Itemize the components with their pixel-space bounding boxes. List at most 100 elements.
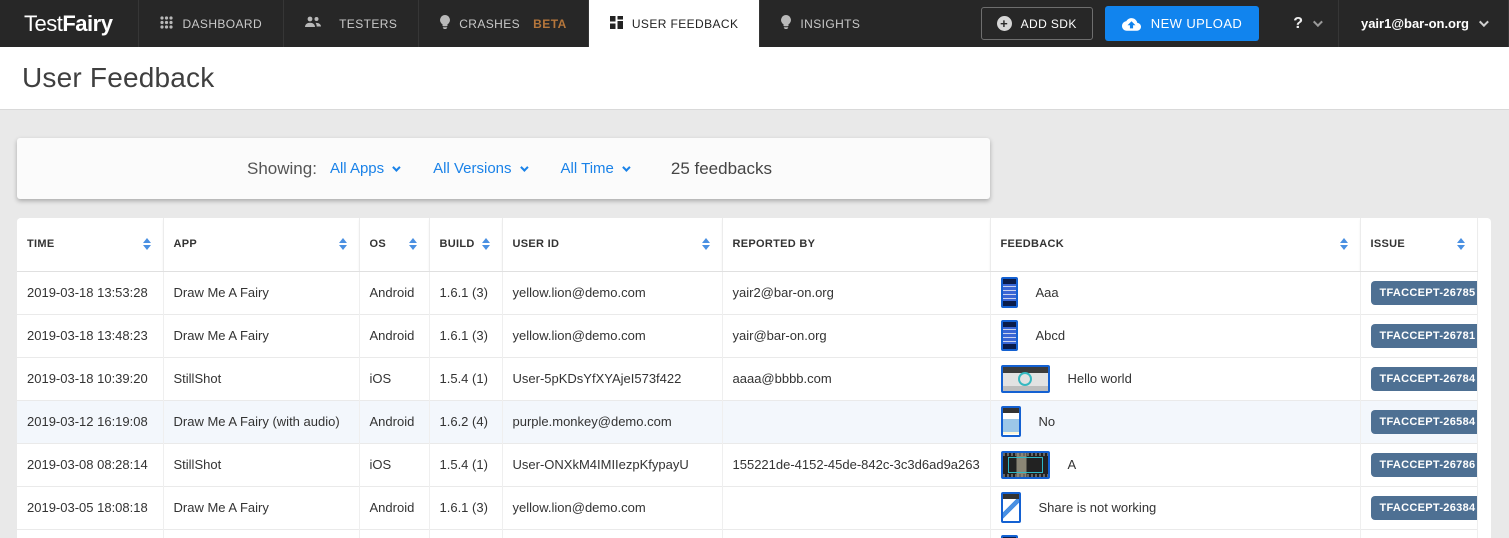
nav-right-actions: + ADD SDK NEW UPLOAD ? yair1@bar-on.org	[981, 0, 1509, 47]
cell-build: 1.6.1 (3)	[429, 271, 502, 314]
column-label: REPORTED BY	[733, 238, 816, 250]
cell-time: 2019-03-12 16:19:08	[17, 400, 163, 443]
account-email: yair1@bar-on.org	[1361, 16, 1469, 31]
sort-icon[interactable]	[143, 238, 151, 250]
nav-item-insights[interactable]: INSIGHTS	[759, 0, 881, 47]
cell-feedback: A	[990, 443, 1360, 486]
column-header-build[interactable]: BUILD	[429, 218, 502, 271]
feedback-text: Share is not working	[1039, 500, 1157, 515]
cell-time	[17, 529, 163, 538]
cell-app: Draw Me A Fairy	[163, 314, 359, 357]
filter-all-versions[interactable]: All Versions	[433, 160, 525, 177]
cell-feedback: No	[990, 400, 1360, 443]
sort-icon[interactable]	[482, 238, 490, 250]
testfairy-logo[interactable]: TestFairy	[0, 0, 138, 47]
table-row[interactable]: 2019-03-08 08:28:14 StillShot iOS 1.5.4 …	[17, 443, 1477, 486]
add-sdk-button[interactable]: + ADD SDK	[981, 7, 1093, 40]
filter-label: All Versions	[433, 160, 511, 177]
cell-build: 1.6.1 (3)	[429, 314, 502, 357]
chevron-down-icon	[1313, 17, 1323, 27]
help-icon: ?	[1293, 15, 1303, 33]
chevron-down-icon	[392, 163, 400, 171]
cell-feedback: Aaa	[990, 271, 1360, 314]
column-label: ISSUE	[1371, 238, 1406, 250]
column-header-app[interactable]: APP	[163, 218, 359, 271]
cell-issue: TFACCEPT-26384	[1360, 486, 1477, 529]
cell-build: 1.5.4 (1)	[429, 443, 502, 486]
column-header-feedback[interactable]: FEEDBACK	[990, 218, 1360, 271]
feedback-text: Abcd	[1036, 328, 1066, 343]
beta-badge: BETA	[533, 17, 567, 31]
issue-badge[interactable]: TFACCEPT-26786	[1371, 453, 1478, 477]
issue-badge[interactable]: TFACCEPT-26781	[1371, 324, 1478, 348]
logo-text-fairy: Fairy	[62, 11, 112, 37]
cloud-upload-icon	[1122, 17, 1141, 31]
cell-app: StillShot	[163, 357, 359, 400]
new-upload-button[interactable]: NEW UPLOAD	[1105, 6, 1259, 41]
table-row[interactable]: 2019-03-18 13:48:23 Draw Me A Fairy Andr…	[17, 314, 1477, 357]
column-label: TIME	[27, 238, 54, 250]
grid-icon	[160, 16, 173, 32]
table-row[interactable]: 2019-03-12 16:19:08 Draw Me A Fairy (wit…	[17, 400, 1477, 443]
cell-user-id: yellow.lion@demo.com	[502, 314, 722, 357]
cell-reported-by	[722, 486, 990, 529]
column-header-time[interactable]: TIME	[17, 218, 163, 271]
cell-os	[359, 529, 429, 538]
cell-time: 2019-03-05 18:08:18	[17, 486, 163, 529]
cell-feedback: Abcd	[990, 314, 1360, 357]
feedback-text: No	[1039, 414, 1056, 429]
nav-item-user-feedback[interactable]: USER FEEDBACK	[588, 0, 760, 47]
cell-user-id: User-5pKDsYfXYAjeI573f422	[502, 357, 722, 400]
feedback-thumbnail[interactable]	[1001, 320, 1018, 351]
nav-item-label: DASHBOARD	[182, 17, 262, 31]
chevron-down-icon	[520, 163, 528, 171]
cell-app: Draw Me A Fairy	[163, 271, 359, 314]
nav-item-crashes[interactable]: CRASHES BETA	[418, 0, 588, 47]
cell-app: Draw Me A Fairy (with audio)	[163, 400, 359, 443]
cell-issue: TFACCEPT-26781	[1360, 314, 1477, 357]
filter-all-apps[interactable]: All Apps	[330, 160, 398, 177]
feedback-thumbnail[interactable]	[1001, 365, 1050, 393]
table-row[interactable]: 2019-03-18 13:53:28 Draw Me A Fairy Andr…	[17, 271, 1477, 314]
issue-badge[interactable]: TFACCEPT-26384	[1371, 496, 1478, 520]
table-row[interactable]	[17, 529, 1477, 538]
help-menu[interactable]: ?	[1275, 15, 1338, 33]
cell-user-id: purple.monkey@demo.com	[502, 400, 722, 443]
sort-icon[interactable]	[1457, 238, 1465, 250]
nav-item-label: TESTERS	[339, 17, 397, 31]
column-header-issue[interactable]: ISSUE	[1360, 218, 1477, 271]
issue-badge[interactable]: TFACCEPT-26785	[1371, 281, 1478, 305]
sort-icon[interactable]	[409, 238, 417, 250]
account-menu[interactable]: yair1@bar-on.org	[1338, 0, 1509, 47]
logo-text-test: Test	[24, 11, 62, 37]
column-header-os[interactable]: OS	[359, 218, 429, 271]
sort-icon[interactable]	[1340, 238, 1348, 250]
sort-icon[interactable]	[339, 238, 347, 250]
feedback-thumbnail[interactable]	[1001, 451, 1050, 479]
bulb-icon	[440, 15, 450, 32]
cell-build: 1.6.1 (3)	[429, 486, 502, 529]
plus-circle-icon: +	[997, 16, 1012, 31]
feedback-thumbnail[interactable]	[1001, 277, 1018, 308]
column-header-reported-by: REPORTED BY	[722, 218, 990, 271]
nav-item-testers[interactable]: TESTERS	[283, 0, 418, 47]
table-row[interactable]: 2019-03-18 10:39:20 StillShot iOS 1.5.4 …	[17, 357, 1477, 400]
nav-item-dashboard[interactable]: DASHBOARD	[138, 0, 283, 47]
filter-all-time[interactable]: All Time	[561, 160, 628, 177]
cell-app	[163, 529, 359, 538]
sort-icon[interactable]	[702, 238, 710, 250]
cell-reported-by: yair2@bar-on.org	[722, 271, 990, 314]
column-label: USER ID	[513, 238, 560, 250]
feedback-thumbnail[interactable]	[1001, 406, 1021, 437]
cell-os: Android	[359, 400, 429, 443]
cell-os: Android	[359, 271, 429, 314]
feedback-table: TIME APP OS BUILD USER ID REPORTED BY FE…	[17, 218, 1491, 538]
issue-badge[interactable]: TFACCEPT-26784	[1371, 367, 1478, 391]
cell-issue: TFACCEPT-26786	[1360, 443, 1477, 486]
table-row[interactable]: 2019-03-05 18:08:18 Draw Me A Fairy Andr…	[17, 486, 1477, 529]
chevron-down-icon	[1479, 17, 1489, 27]
issue-badge[interactable]: TFACCEPT-26584	[1371, 410, 1478, 434]
column-header-user-id[interactable]: USER ID	[502, 218, 722, 271]
feedback-thumbnail[interactable]	[1001, 492, 1021, 523]
cell-reported-by	[722, 400, 990, 443]
